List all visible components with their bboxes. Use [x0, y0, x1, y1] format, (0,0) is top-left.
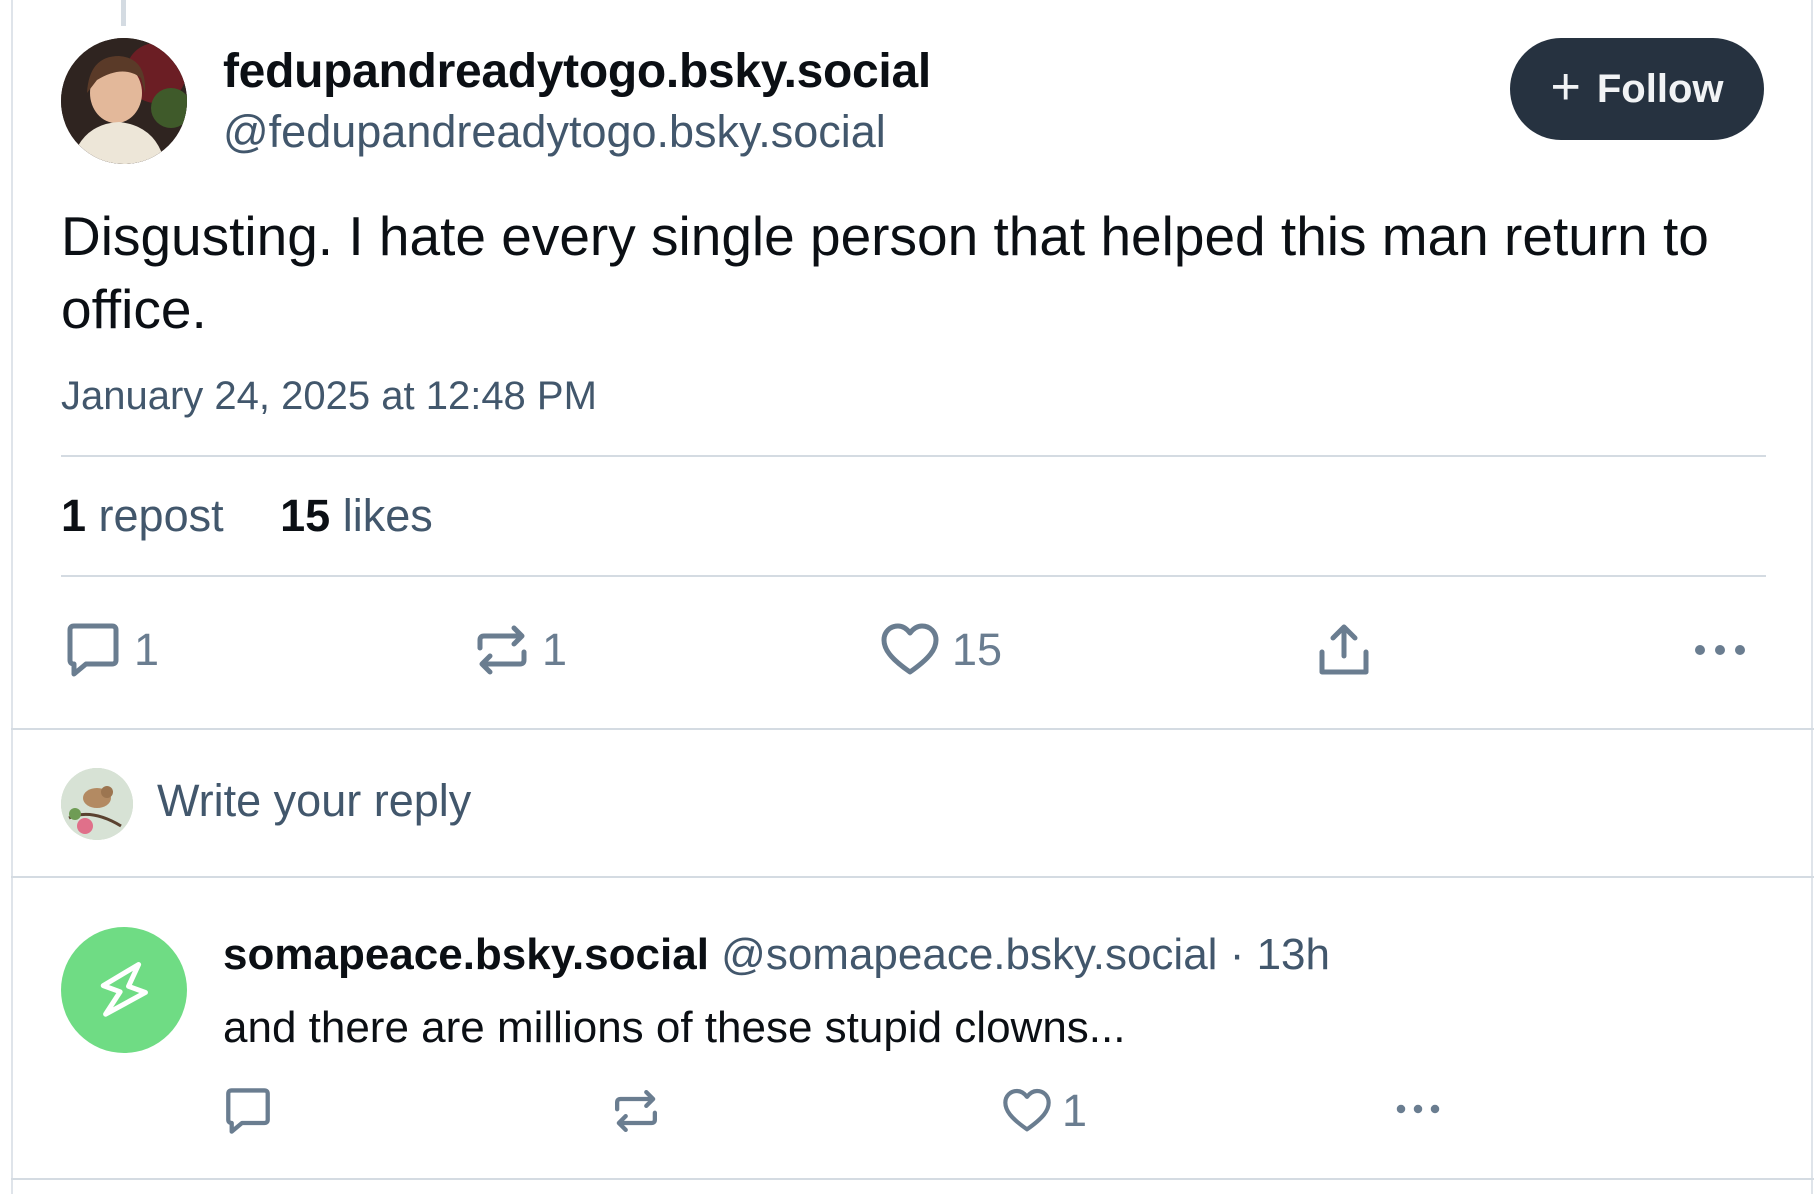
author-avatar[interactable] [61, 38, 187, 164]
comment-icon [67, 623, 119, 677]
right-border [1811, 0, 1813, 1194]
reply-author-avatar[interactable] [61, 927, 187, 1053]
comment-icon [226, 1088, 270, 1134]
follow-button[interactable]: + Follow [1510, 38, 1764, 140]
repost-action[interactable]: 1 [474, 622, 567, 678]
reply-count: 1 [134, 624, 160, 675]
heart-icon [1003, 1088, 1051, 1132]
repost-icon [477, 625, 527, 675]
more-icon [1396, 1104, 1440, 1114]
repost-icon [615, 1090, 657, 1132]
like-action[interactable]: 15 [880, 622, 1002, 678]
likes-stat[interactable]: 15 likes [280, 490, 433, 541]
share-icon [1319, 624, 1369, 675]
divider [11, 876, 1814, 878]
post-thread: fedupandreadytogo.bsky.social @fedupandr… [0, 0, 1814, 1194]
reply-like-count: 1 [1062, 1085, 1088, 1136]
reply-more-action[interactable] [1392, 1092, 1444, 1126]
reply-header: somapeace.bsky.social @somapeace.bsky.so… [223, 930, 1330, 980]
divider [11, 1178, 1814, 1180]
reply-reply-action[interactable] [223, 1087, 273, 1135]
reply-separator: · [1229, 930, 1245, 979]
post-stats: 1 repost 15 likes [61, 490, 477, 542]
divider [61, 455, 1766, 457]
more-icon [1695, 645, 1745, 655]
reply-like-action[interactable]: 1 [1002, 1085, 1087, 1137]
divider [61, 575, 1766, 577]
current-user-avatar [61, 768, 133, 840]
post-text: Disgusting. I hate every single person t… [61, 205, 1709, 340]
reply-repost-action[interactable] [612, 1087, 660, 1135]
follow-label: Follow [1596, 66, 1724, 111]
reply-composer-input[interactable]: Write your reply [157, 775, 471, 827]
thread-line [121, 0, 126, 26]
reply-author-handle[interactable]: @somapeace.bsky.social [721, 930, 1217, 979]
divider [11, 728, 1814, 730]
heart-icon [881, 623, 939, 675]
author-display-name[interactable]: fedupandreadytogo.bsky.social [223, 44, 931, 99]
like-count: 15 [952, 624, 1003, 675]
reposts-stat[interactable]: 1 repost [61, 490, 224, 541]
author-handle[interactable]: @fedupandreadytogo.bsky.social [223, 106, 886, 158]
lightning-icon [100, 961, 148, 1017]
post-timestamp: January 24, 2025 at 12:48 PM [61, 374, 597, 418]
reply-age[interactable]: 13h [1257, 930, 1330, 979]
reply-action[interactable]: 1 [64, 622, 159, 678]
repost-count: 1 [542, 624, 568, 675]
plus-icon: + [1550, 58, 1581, 116]
reply-text: and there are millions of these stupid c… [223, 1003, 1126, 1052]
share-action[interactable] [1316, 622, 1372, 678]
left-border [11, 0, 13, 1194]
more-action[interactable] [1692, 630, 1748, 670]
reply-author-display-name[interactable]: somapeace.bsky.social [223, 930, 709, 979]
